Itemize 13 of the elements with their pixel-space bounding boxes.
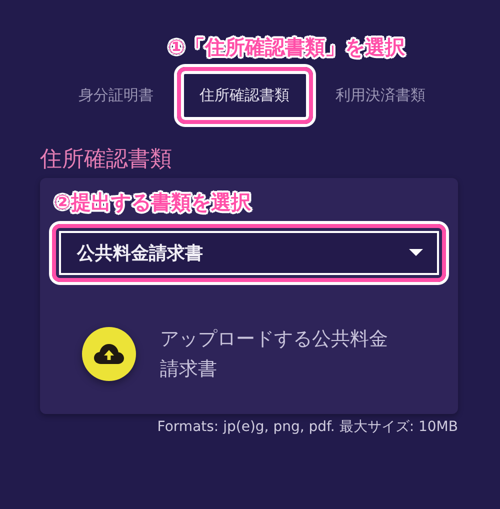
formats-note: Formats: jp(e)g, png, pdf. 最大サイズ: 10MB bbox=[156, 418, 458, 436]
annotation-text: ①「住所確認書類」を選択 bbox=[168, 34, 405, 61]
caret-icon bbox=[409, 249, 423, 257]
tab[interactable]: 利用決済書類 bbox=[320, 74, 442, 117]
upload-label: アップロードする公共料金請求書 bbox=[160, 327, 389, 382]
tab[interactable]: 身分証明書 bbox=[62, 74, 170, 117]
annotation-text: ②提出する書類を選択 bbox=[54, 189, 251, 216]
section-title: 住所確認書類 bbox=[40, 146, 173, 174]
document-select[interactable]: 公共料金請求書 bbox=[59, 231, 439, 275]
tab[interactable]: 住所確認書類 bbox=[184, 74, 306, 117]
select-value: 公共料金請求書 bbox=[77, 242, 203, 265]
cloud-upload-icon bbox=[94, 343, 124, 365]
upload-button[interactable] bbox=[82, 327, 136, 381]
